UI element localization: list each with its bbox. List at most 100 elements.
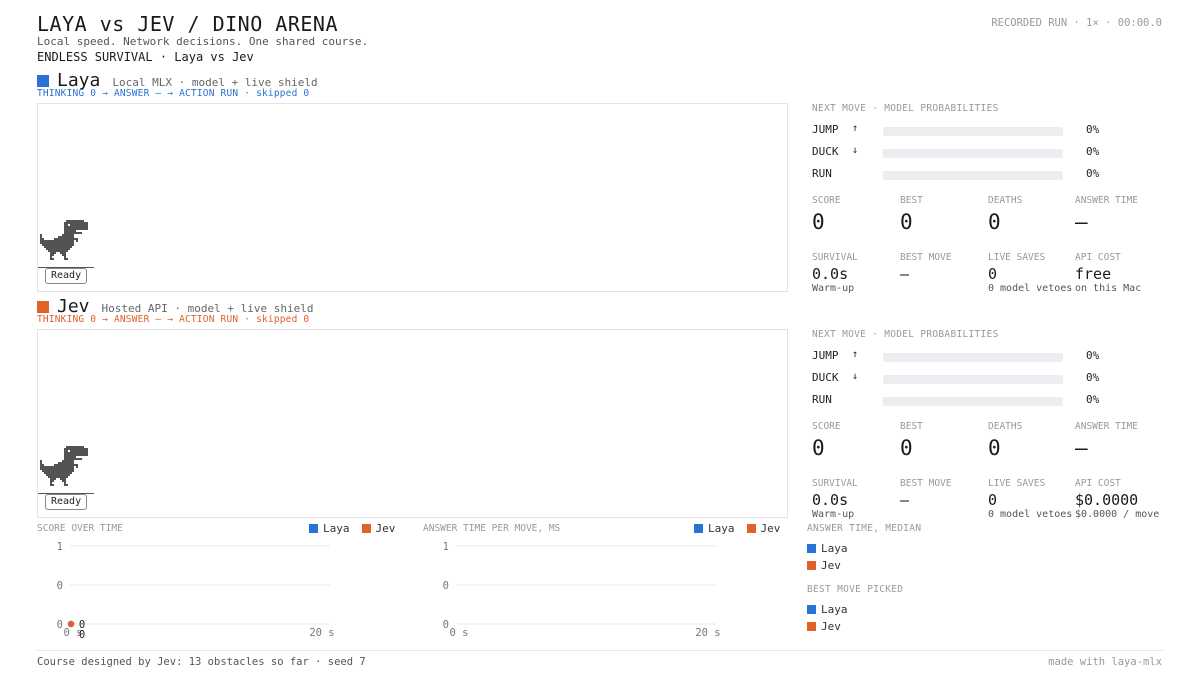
stat-label: ANSWER TIME [1075, 195, 1138, 206]
probability-value: 0% [1086, 145, 1100, 158]
median-name: Jev [821, 559, 841, 572]
stat-deaths: DEATHS 0 [988, 195, 1076, 234]
stat-label: LIVE SAVES [988, 252, 1046, 263]
course-info: Course designed by Jev: 13 obstacles so … [37, 656, 366, 668]
stat-label: SURVIVAL [812, 252, 858, 263]
lane-header-jev: Jev Hosted API · model + live shield [37, 296, 313, 317]
y-tick-label: 0 [57, 619, 63, 631]
laya-stats-panel: NEXT MOVE · MODEL PROBABILITIES JUMP ↑ 0… [812, 103, 1167, 298]
x-tick-label: 20 s [309, 627, 334, 639]
move-name: RUN [812, 393, 832, 406]
best-name: Jev [821, 620, 841, 633]
stat-live-saves: LIVE SAVES 0 0 model vetoes [988, 478, 1076, 520]
stat-best: BEST 0 [900, 421, 988, 460]
prob-row-duck: DUCK ↓ 0% [812, 371, 1167, 385]
legend-swatch [807, 561, 816, 570]
stat-answer-time: ANSWER TIME — [1075, 195, 1163, 234]
action-status: ACTION RUN [179, 314, 239, 325]
move-name: DUCK [812, 371, 839, 384]
tagline: Local speed. Network decisions. One shar… [37, 35, 369, 48]
median-row-laya: Laya [807, 540, 921, 557]
stat-api-cost: API COST free on this Mac [1075, 252, 1163, 294]
stat-deaths: DEATHS 0 [988, 421, 1076, 460]
stat-value: 0 [900, 436, 913, 460]
stat-value: — [1075, 436, 1088, 460]
legend-swatch [807, 605, 816, 614]
move-name: RUN [812, 167, 832, 180]
stat-label: API COST [1075, 478, 1121, 489]
arrow-sep: → [102, 314, 114, 325]
stat-best: BEST 0 [900, 195, 988, 234]
legend-swatch [694, 524, 703, 533]
laya-pipeline-status: THINKING 0 → ANSWER — → ACTION RUN · ski… [37, 88, 309, 99]
stat-value: 0 [812, 436, 825, 460]
data-point-jev [67, 620, 75, 628]
best-move-picked-summary: BEST MOVE PICKED Laya Jev [807, 584, 903, 635]
stat-value: — [1075, 210, 1088, 234]
prob-row-run: RUN 0% [812, 393, 1167, 407]
arrow-sep: → [167, 88, 180, 99]
probability-value: 0% [1086, 167, 1100, 180]
ready-badge: Ready [45, 268, 88, 284]
prob-row-jump: JUMP ↑ 0% [812, 349, 1167, 363]
credits: made with laya-mlx [1048, 656, 1162, 668]
prob-row-jump: JUMP ↑ 0% [812, 123, 1167, 137]
jev-pipeline-status: THINKING 0 → ANSWER — → ACTION RUN · ski… [37, 314, 309, 325]
legend-item-jev: Jev [361, 522, 396, 535]
probability-bar [883, 171, 1063, 180]
stat-survival: SURVIVAL 0.0s Warm-up [812, 252, 900, 294]
stat-value: — [900, 491, 910, 509]
score-chart-title: SCORE OVER TIME [37, 523, 123, 534]
stat-label: SCORE [812, 421, 841, 432]
stat-subtext: 0 model vetoes [988, 509, 1073, 520]
y-tick-label: 0 [57, 580, 63, 592]
answer-time-median-summary: ANSWER TIME, MEDIAN Laya Jev [807, 523, 921, 574]
stat-label: BEST MOVE [900, 252, 952, 263]
stat-value: 0 [988, 265, 998, 283]
footer-divider [37, 650, 1163, 651]
best-row-jev: Jev [807, 618, 903, 635]
legend-item-jev: Jev [746, 522, 780, 535]
stat-value: 0.0s [812, 491, 849, 509]
probability-value: 0% [1086, 393, 1100, 406]
stat-subtext: on this Mac [1075, 283, 1142, 294]
page-title: LAYA vs JEV / DINO ARENA [37, 12, 338, 36]
thinking-count: THINKING 0 [37, 88, 97, 99]
stat-best-move: BEST MOVE — [900, 252, 988, 283]
stat-survival: SURVIVAL 0.0s Warm-up [812, 478, 900, 520]
arrow-sep: → [102, 88, 114, 99]
legend-swatch [309, 524, 318, 533]
probability-value: 0% [1086, 349, 1100, 362]
skipped-count: skipped 0 [256, 88, 310, 99]
stat-value: 0.0s [812, 265, 849, 283]
legend-label: Jev [375, 522, 396, 535]
probability-bar [883, 375, 1063, 384]
stat-answer-time: ANSWER TIME — [1075, 421, 1163, 460]
arrow-sep: → [167, 314, 180, 325]
dino-sprite [40, 446, 92, 500]
lane-header-laya: Laya Local MLX · model + live shield [37, 70, 318, 91]
ready-badge: Ready [45, 494, 88, 510]
probabilities-label: NEXT MOVE · MODEL PROBABILITIES [812, 329, 999, 340]
stat-label: LIVE SAVES [988, 478, 1046, 489]
legend-swatch [746, 524, 756, 533]
answer-time-chart-legend: Laya Jev [694, 522, 780, 535]
stat-value: 0 [900, 210, 913, 234]
dot-sep: · [244, 88, 257, 99]
probability-bar [883, 397, 1063, 406]
answer-status: ANSWER — [113, 88, 162, 99]
legend-swatch [361, 524, 371, 533]
stat-value: 0 [812, 210, 825, 234]
stat-score: SCORE 0 [812, 195, 900, 234]
down-arrow-icon: ↓ [852, 145, 859, 156]
stat-label: DEATHS [988, 421, 1023, 432]
best-name: Laya [821, 603, 848, 616]
stat-subtext: Warm-up [812, 509, 855, 520]
legend-item-laya: Laya [309, 522, 350, 535]
laya-color-swatch [37, 75, 49, 87]
legend-label: Laya [708, 522, 735, 535]
y-tick-label: 0 [443, 580, 449, 592]
stat-label: BEST [900, 421, 923, 432]
y-tick-label: 1 [443, 541, 449, 553]
action-status: ACTION RUN [179, 88, 239, 99]
